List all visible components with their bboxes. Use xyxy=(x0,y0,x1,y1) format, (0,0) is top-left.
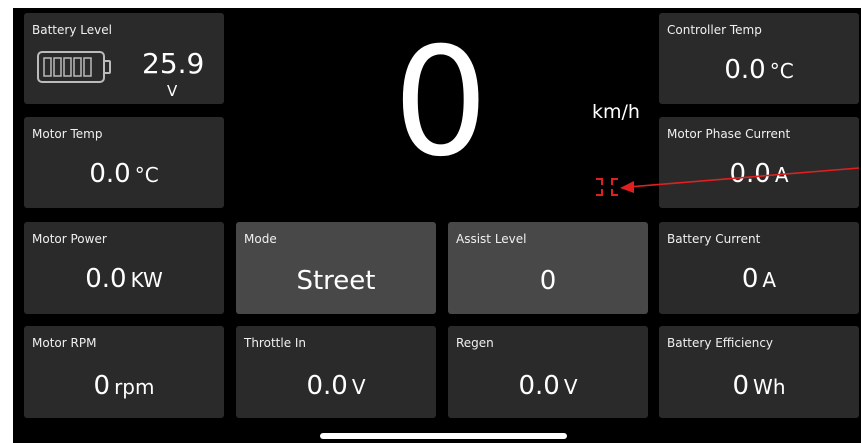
dashboard-screen: Battery Level 25.9 V 0 km/h Controller T… xyxy=(0,0,861,443)
home-indicator[interactable] xyxy=(320,433,567,439)
collapse-fullscreen-icon[interactable] xyxy=(596,178,618,196)
annotation-overlay xyxy=(596,167,860,196)
annotation-arrow xyxy=(620,167,860,193)
